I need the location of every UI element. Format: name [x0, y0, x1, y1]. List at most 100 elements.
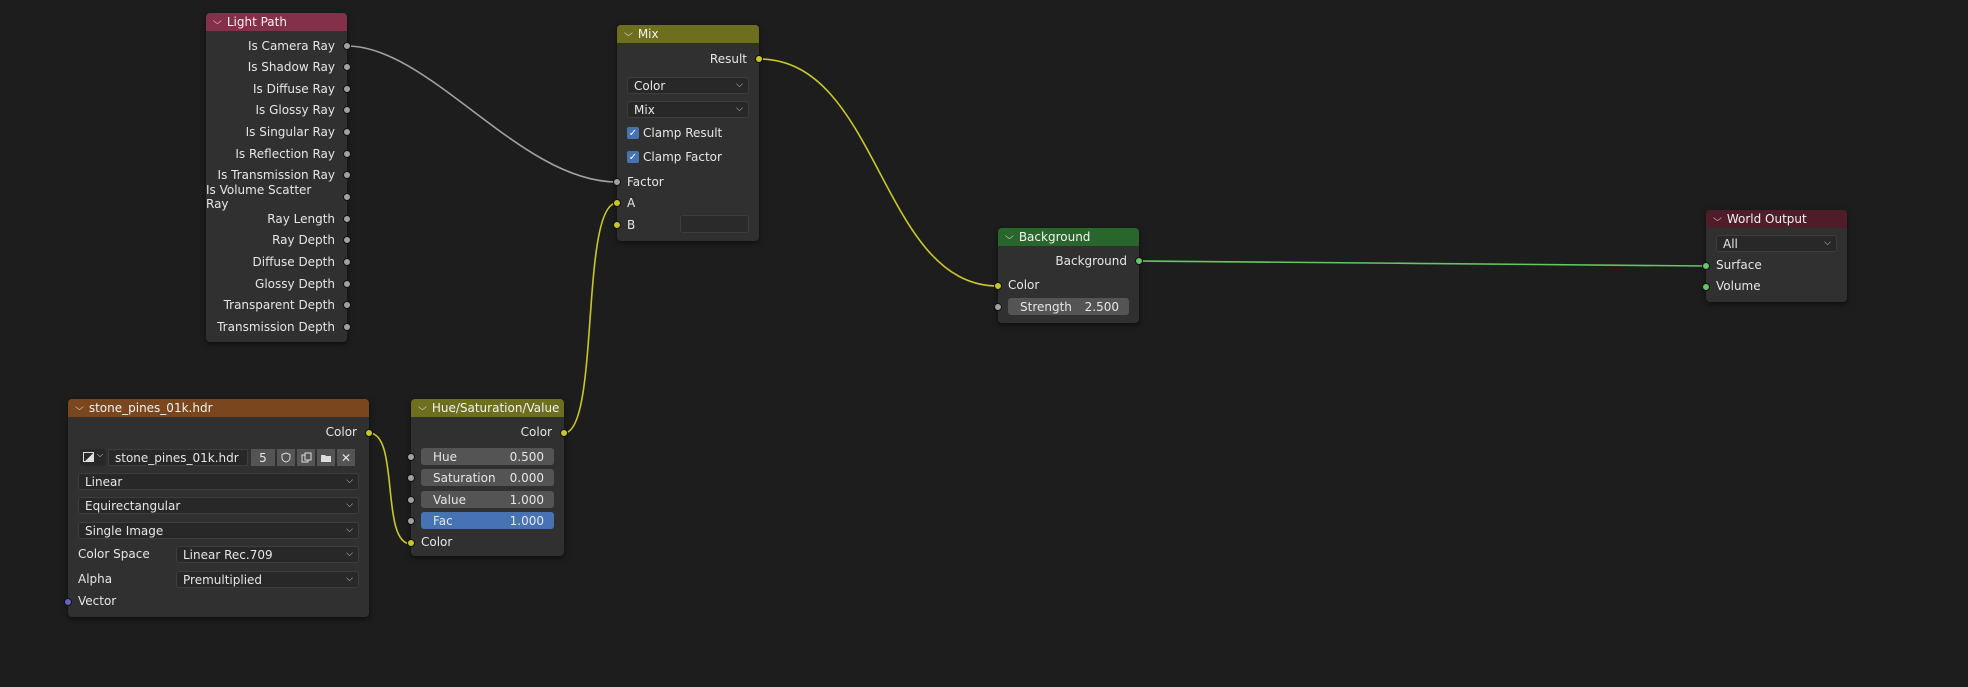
mix-header[interactable]: ⌵ Mix [617, 25, 759, 43]
output-socket[interactable] [343, 258, 351, 266]
saturation-input-socket[interactable] [407, 474, 415, 482]
strength-field[interactable]: Strength 2.500 [1008, 298, 1129, 315]
vector-input-socket[interactable] [64, 598, 72, 606]
collapse-chevron-icon[interactable]: ⌵ [624, 29, 633, 39]
light-path-output: Is Diffuse Ray [252, 82, 335, 96]
interpolation-dropdown[interactable]: Linear ⌵ [78, 473, 359, 490]
image-icon [83, 452, 94, 462]
hue-input-socket[interactable] [407, 453, 415, 461]
source-dropdown[interactable]: Single Image ⌵ [78, 522, 359, 539]
collapse-chevron-icon[interactable]: ⌵ [213, 17, 222, 27]
volume-input-socket[interactable] [1702, 283, 1710, 291]
image-users-count[interactable]: 5 [251, 449, 275, 466]
output-socket[interactable] [343, 42, 351, 50]
light-path-output: Is Volume Scatter Ray [206, 183, 312, 211]
color-input-label: Color [1008, 278, 1040, 292]
target-dropdown[interactable]: All ⌵ [1716, 235, 1837, 252]
saturation-field[interactable]: Saturation 0.000 [421, 469, 554, 486]
link-background-to-surface [1138, 260, 1707, 267]
light-path-output: Ray Depth [272, 233, 335, 247]
chevron-down-icon: ⌵ [736, 104, 743, 114]
projection-dropdown[interactable]: Equirectangular ⌵ [78, 497, 359, 514]
strength-input-socket[interactable] [994, 303, 1002, 311]
color-space-dropdown[interactable]: Linear Rec.709 ⌵ [176, 546, 359, 563]
collapse-chevron-icon[interactable]: ⌵ [1713, 214, 1722, 224]
hsv-color-output: Color [520, 425, 552, 439]
hsv-header[interactable]: ⌵ Hue/Saturation/Value [411, 399, 564, 417]
image-color-output: Color [325, 425, 357, 439]
b-socket[interactable] [613, 221, 621, 229]
background-node[interactable]: ⌵ Background Background Color Strength 2… [994, 228, 1143, 323]
image-texture-node[interactable]: ⌵ stone_pines_01k.hdr Color ⌵ stone_pine… [64, 399, 373, 617]
light-path-title: Light Path [226, 15, 287, 29]
clamp-factor-label: Clamp Factor [643, 150, 722, 164]
value-field[interactable]: Value 1.000 [421, 491, 554, 508]
result-socket[interactable] [755, 55, 763, 63]
collapse-chevron-icon[interactable]: ⌵ [1005, 232, 1014, 242]
open-folder-icon[interactable] [317, 449, 335, 466]
color-output-socket[interactable] [560, 429, 568, 437]
fake-user-shield-icon[interactable] [277, 449, 295, 466]
image-texture-title: stone_pines_01k.hdr [88, 401, 213, 415]
light-path-output: Transparent Depth [223, 298, 335, 312]
unlink-image-close-icon[interactable]: ✕ [337, 449, 355, 466]
a-socket[interactable] [613, 199, 621, 207]
collapse-chevron-icon[interactable]: ⌵ [75, 403, 84, 413]
output-socket[interactable] [343, 150, 351, 158]
color-input-socket[interactable] [994, 282, 1002, 290]
chevron-down-icon: ⌵ [736, 80, 743, 90]
light-path-node[interactable]: ⌵ Light Path Is Camera Ray Is Shadow Ray… [206, 13, 351, 342]
output-socket[interactable] [343, 236, 351, 244]
factor-socket[interactable] [613, 178, 621, 186]
alpha-dropdown[interactable]: Premultiplied ⌵ [176, 571, 359, 588]
world-output-header[interactable]: ⌵ World Output [1706, 210, 1847, 228]
light-path-header[interactable]: ⌵ Light Path [206, 13, 347, 31]
clamp-result-label: Clamp Result [643, 126, 723, 140]
chevron-down-icon: ⌵ [346, 500, 353, 510]
clamp-factor-checkbox[interactable]: ✓ [627, 151, 639, 163]
light-path-output: Ray Length [267, 212, 335, 226]
color-input-label: Color [421, 535, 453, 549]
mix-node[interactable]: ⌵ Mix Result Color ⌵ Mix ⌵ ✓ Clamp Result … [613, 25, 763, 241]
blend-type-dropdown[interactable]: Mix ⌵ [627, 101, 749, 118]
world-output-node[interactable]: ⌵ World Output All ⌵ Surface Volume [1702, 210, 1847, 302]
light-path-output: Is Singular Ray [245, 125, 335, 139]
collapse-chevron-icon[interactable]: ⌵ [418, 403, 427, 413]
link-hsv-color-to-a [563, 202, 618, 434]
output-socket[interactable] [343, 128, 351, 136]
output-socket[interactable] [343, 85, 351, 93]
output-socket[interactable] [343, 280, 351, 288]
hue-field[interactable]: Hue 0.500 [421, 448, 554, 465]
image-name-field[interactable]: stone_pines_01k.hdr [108, 449, 248, 466]
fac-input-socket[interactable] [407, 517, 415, 525]
background-output-socket[interactable] [1135, 257, 1143, 265]
surface-input-socket[interactable] [1702, 262, 1710, 270]
hsv-node[interactable]: ⌵ Hue/Saturation/Value Color Hue 0.500 S… [407, 399, 568, 556]
color-output-socket[interactable] [365, 429, 373, 437]
fac-field[interactable]: Fac 1.000 [421, 512, 554, 529]
light-path-output: Is Transmission Ray [217, 168, 335, 182]
output-socket[interactable] [343, 193, 351, 201]
background-header[interactable]: ⌵ Background [998, 228, 1139, 246]
data-type-dropdown[interactable]: Color ⌵ [627, 77, 749, 94]
output-socket[interactable] [343, 215, 351, 223]
image-texture-header[interactable]: ⌵ stone_pines_01k.hdr [68, 399, 369, 417]
b-color-swatch[interactable] [680, 215, 749, 233]
link-image-color-to-hsv [368, 432, 412, 545]
duplicate-image-icon[interactable] [297, 449, 315, 466]
image-type-selector[interactable]: ⌵ [80, 449, 106, 466]
b-label: B [627, 218, 636, 232]
color-input-socket[interactable] [407, 539, 415, 547]
chevron-down-icon: ⌵ [346, 574, 353, 584]
output-socket[interactable] [343, 63, 351, 71]
world-output-title: World Output [1726, 212, 1807, 226]
clamp-result-checkbox[interactable]: ✓ [627, 127, 639, 139]
light-path-output: Is Camera Ray [247, 39, 335, 53]
output-socket[interactable] [343, 171, 351, 179]
light-path-output: Is Shadow Ray [247, 60, 335, 74]
output-socket[interactable] [343, 106, 351, 114]
value-input-socket[interactable] [407, 496, 415, 504]
output-socket[interactable] [343, 301, 351, 309]
vector-label: Vector [78, 594, 117, 608]
output-socket[interactable] [343, 323, 351, 331]
